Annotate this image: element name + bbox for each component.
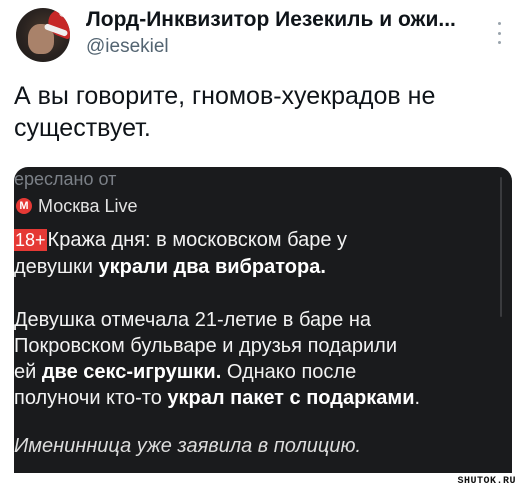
avatar[interactable] (16, 8, 70, 62)
post-text-bold: украл пакет с подарками (167, 387, 415, 409)
post-text: девушки (14, 256, 99, 278)
watermark: SHUTOK.RU (457, 476, 516, 487)
post-text: Кража дня: в московском баре у (47, 229, 348, 251)
post-line-2: девушки украли два вибратора. (14, 254, 326, 280)
more-vertical-icon[interactable] (496, 22, 502, 44)
channel-row: М Москва Live (16, 195, 137, 217)
post-text-italic: Именинница уже заявила в полицию. (14, 435, 362, 457)
tweet-text-line: существует. (14, 114, 151, 142)
tweet-text: А вы говорите, гномов-хуекрадов не сущес… (14, 80, 484, 144)
santa-hat-pom (59, 8, 68, 17)
scrollbar (500, 177, 502, 317)
post-line-7: Именинница уже заявила в полицию. (14, 433, 361, 459)
tweet-text-line: А вы говорите, гномов-хуекрадов не (14, 82, 436, 110)
channel-name: Москва Live (38, 195, 138, 216)
post-text: . (414, 387, 421, 409)
age-badge: 18+ (14, 229, 47, 251)
post-line-3: Девушка отмечала 21-летие в баре на (14, 307, 371, 333)
post-text: ей (14, 361, 42, 383)
post-text-bold: две секс-игрушки. (41, 361, 222, 383)
post-line-1: 18+ Кража дня: в московском баре у (14, 227, 347, 253)
post-line-5: ей две секс-игрушки. Однако после (14, 359, 356, 385)
attached-screenshot[interactable]: ереслано от М Москва Live 18+ Кража дня: … (14, 167, 512, 473)
post-text: Покровском бульваре и друзья подарили (14, 335, 398, 357)
post-text: полуночи кто-то (14, 387, 168, 409)
post-line-6: полуночи кто-то украл пакет с подарками. (14, 385, 420, 411)
post-text: Однако после (221, 361, 357, 383)
user-handle[interactable]: @iesekiel (86, 36, 169, 58)
forwarded-label: ереслано от (14, 169, 117, 189)
post-line-4: Покровском бульваре и друзья подарили (14, 333, 397, 359)
moscow-live-logo-icon: М (16, 198, 32, 214)
post-text-bold: украли два вибратора. (98, 256, 326, 278)
display-name[interactable]: Лорд-Инквизитор Иезекиль и ожи... (86, 8, 456, 32)
post-text: Девушка отмечала 21-летие в баре на (14, 309, 372, 331)
